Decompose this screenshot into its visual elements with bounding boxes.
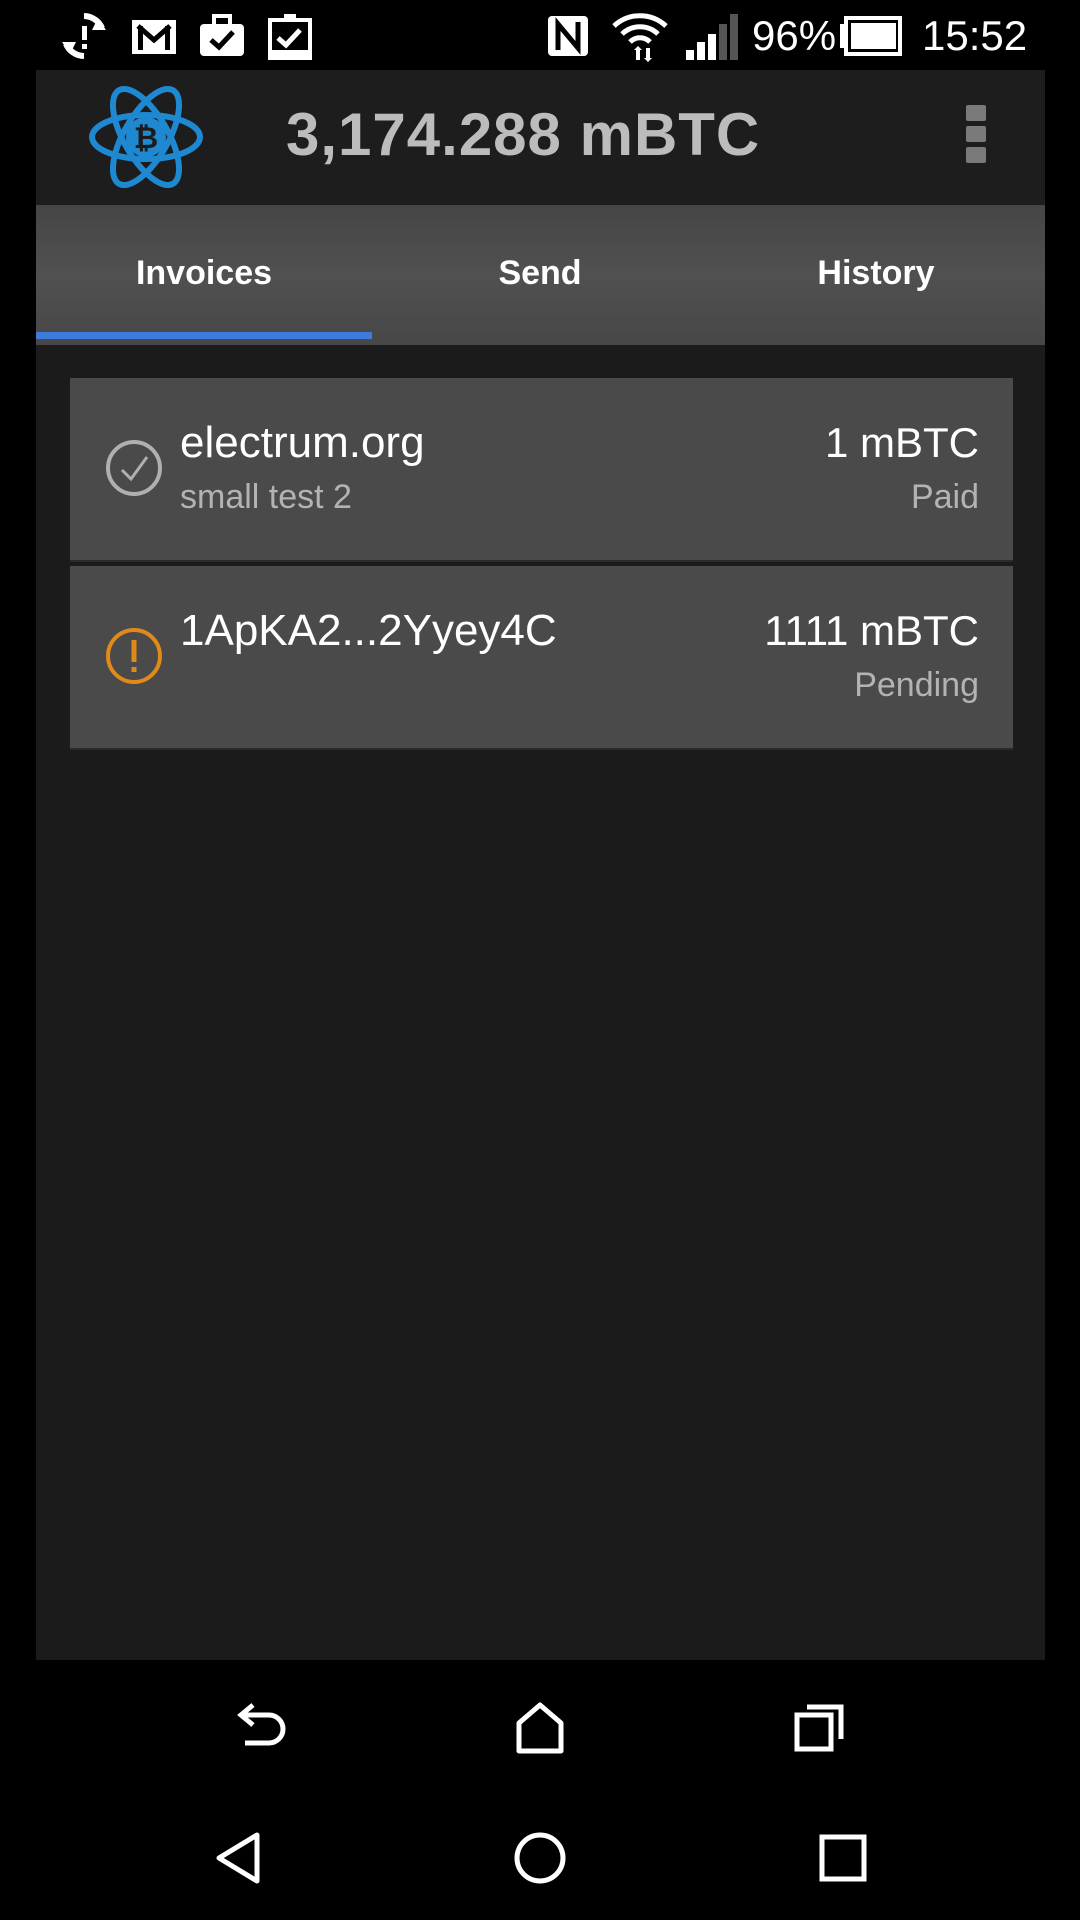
briefcase-check-icon xyxy=(200,14,244,56)
tab-history[interactable]: History xyxy=(708,205,1044,345)
battery-percent: 96% xyxy=(752,12,837,59)
invoice-amount: 1111 mBTC xyxy=(764,607,979,654)
tab-bar: Invoices Send History xyxy=(36,205,1045,345)
wallet-balance: 3,174.288 mBTC xyxy=(286,101,761,168)
back-arrow-icon[interactable] xyxy=(225,1693,295,1763)
invoice-amount: 1 mBTC xyxy=(824,419,979,466)
wifi-icon xyxy=(612,13,668,62)
tab-send[interactable]: Send xyxy=(372,205,708,345)
invoice-title: 1ApKA2...2Yyey4C xyxy=(180,606,557,655)
invoice-list: electrum.org small test 2 1 mBTC Paid 1A… xyxy=(70,378,1013,754)
clock: 15:52 xyxy=(922,12,1028,59)
check-circle-icon xyxy=(106,440,162,496)
battery-icon xyxy=(840,16,902,56)
invoice-status: Pending xyxy=(854,666,979,704)
overflow-menu-icon[interactable] xyxy=(966,105,988,171)
nfc-icon xyxy=(548,16,588,56)
signal-icon xyxy=(686,14,738,60)
gmail-icon xyxy=(132,20,176,54)
system-navigation xyxy=(0,1660,1080,1920)
back-triangle-icon[interactable] xyxy=(205,1823,275,1893)
recents-square-icon[interactable] xyxy=(808,1823,878,1893)
invoice-item[interactable]: electrum.org small test 2 1 mBTC Paid xyxy=(70,378,1013,560)
status-bar: 96% 15:52 xyxy=(0,0,1080,70)
exclamation-circle-icon xyxy=(106,628,162,684)
svg-text:₿: ₿ xyxy=(134,121,158,156)
sync-icon xyxy=(62,13,106,59)
electrum-bitcoin-logo[interactable]: ₿ xyxy=(86,82,206,192)
invoice-description: small test 2 xyxy=(180,478,352,516)
invoice-item[interactable]: 1ApKA2...2Yyey4C 1111 mBTC Pending xyxy=(70,566,1013,748)
action-bar: ₿ 3,174.288 mBTC xyxy=(36,70,1045,205)
home-icon[interactable] xyxy=(505,1693,575,1763)
tab-invoices[interactable]: Invoices xyxy=(36,205,372,345)
home-circle-icon[interactable] xyxy=(505,1823,575,1893)
invoice-title: electrum.org xyxy=(180,418,425,467)
clipboard-check-icon xyxy=(268,14,312,60)
app-window: ₿ 3,174.288 mBTC Invoices Send History e… xyxy=(36,70,1045,1660)
selected-tab-indicator xyxy=(36,332,372,339)
recents-icon[interactable] xyxy=(785,1693,855,1763)
invoice-status: Paid xyxy=(910,478,979,516)
